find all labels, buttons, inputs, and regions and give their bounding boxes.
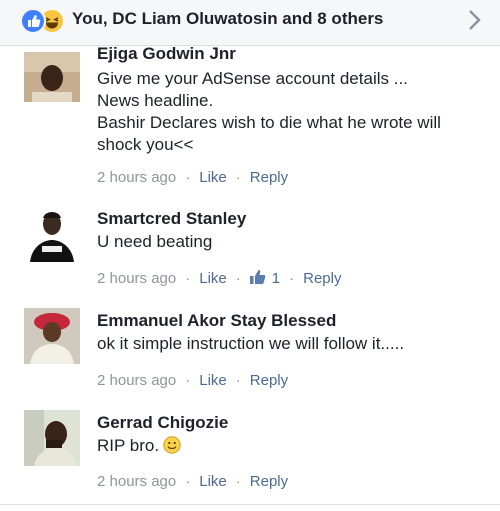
timestamp: 2 hours ago xyxy=(97,473,177,490)
avatar[interactable] xyxy=(24,206,80,262)
smiley-icon xyxy=(163,436,181,454)
like-button[interactable]: Like xyxy=(199,169,227,186)
thumbs-up-icon xyxy=(249,270,266,284)
comment-meta: 2 hours ago · Like · Reply xyxy=(97,371,288,391)
reply-button[interactable]: Reply xyxy=(250,372,288,389)
separator: · xyxy=(235,169,241,186)
comment-author[interactable]: Ejiga Godwin Jnr xyxy=(97,43,486,65)
separator: · xyxy=(235,270,241,287)
reply-button[interactable]: Reply xyxy=(303,270,341,287)
separator: · xyxy=(185,473,191,490)
like-count[interactable]: 1 xyxy=(249,270,281,287)
comment-meta: 2 hours ago · Like · Reply xyxy=(97,472,288,492)
reply-button[interactable]: Reply xyxy=(250,473,288,490)
like-count-value: 1 xyxy=(271,270,281,287)
like-button[interactable]: Like xyxy=(199,473,227,490)
chevron-right-icon[interactable] xyxy=(468,9,482,31)
comment-meta: 2 hours ago · Like · 1 · Reply xyxy=(97,269,341,289)
comment-text: ok it simple instruction we will follow … xyxy=(97,334,405,353)
separator: · xyxy=(235,372,241,389)
separator: · xyxy=(289,270,295,287)
avatar[interactable] xyxy=(24,308,80,364)
separator: · xyxy=(235,473,241,490)
comment-line: News headline. xyxy=(97,91,214,110)
comment-line: Give me your AdSense account details ... xyxy=(97,69,408,88)
avatar[interactable] xyxy=(24,52,80,102)
timestamp: 2 hours ago xyxy=(97,372,177,389)
separator: · xyxy=(185,270,191,287)
like-reaction-icon xyxy=(20,8,46,34)
avatar[interactable] xyxy=(24,410,80,466)
separator: · xyxy=(185,372,191,389)
timestamp: 2 hours ago xyxy=(97,169,177,186)
comment-meta: 2 hours ago · Like · Reply xyxy=(97,168,288,188)
comment-author[interactable]: Smartcred Stanley xyxy=(97,208,486,230)
comment-author[interactable]: Gerrad Chigozie xyxy=(97,412,486,434)
comment-text: U need beating xyxy=(97,232,213,251)
reactions-bar[interactable]: You, DC Liam Oluwatosin and 8 others xyxy=(0,0,500,46)
comment-text: RIP bro. xyxy=(97,435,486,457)
comment-author[interactable]: Emmanuel Akor Stay Blessed xyxy=(97,310,486,332)
reply-button[interactable]: Reply xyxy=(250,169,288,186)
reactions-summary[interactable]: You, DC Liam Oluwatosin and 8 others xyxy=(72,9,383,29)
timestamp: 2 hours ago xyxy=(97,270,177,287)
comment-line: Bashir Declares wish to die what he wrot… xyxy=(97,113,441,154)
comment-text: Give me your AdSense account details ...… xyxy=(97,68,486,156)
like-button[interactable]: Like xyxy=(199,372,227,389)
like-button[interactable]: Like xyxy=(199,270,227,287)
separator: · xyxy=(185,169,191,186)
divider xyxy=(0,504,500,505)
comment-line: RIP bro. xyxy=(97,436,160,455)
